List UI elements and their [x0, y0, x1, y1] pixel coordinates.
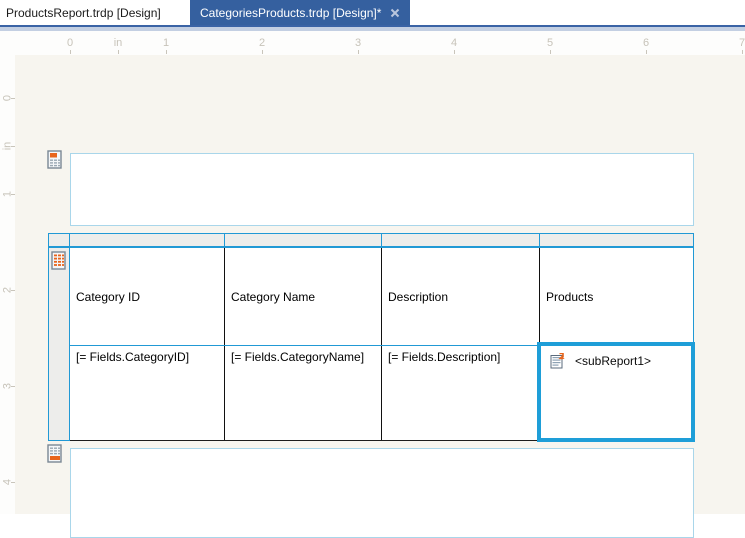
- table-data-cell[interactable]: [= Fields.Description]: [382, 346, 540, 440]
- table-data-cell[interactable]: [= Fields.CategoryID]: [70, 346, 225, 440]
- subreport-item-selected[interactable]: <subReport1>: [537, 342, 695, 442]
- column-selector[interactable]: [70, 234, 225, 246]
- ruler-tick: [454, 50, 455, 54]
- ruler-label: 4: [450, 37, 458, 49]
- ruler-tick: [262, 50, 263, 54]
- ruler-tick: [742, 50, 743, 54]
- column-selector[interactable]: [225, 234, 382, 246]
- column-selector[interactable]: [540, 234, 693, 246]
- table-row-selector-strip[interactable]: [48, 247, 70, 441]
- ruler-tick: [11, 98, 15, 99]
- tab-products-report[interactable]: ProductsReport.trdp [Design]: [0, 0, 190, 25]
- ruler-label: 6: [642, 37, 650, 49]
- ruler-tick: [11, 194, 15, 195]
- table-header-row: Category ID Category Name Description Pr…: [70, 247, 694, 345]
- ruler-tick: [11, 482, 15, 483]
- document-tab-bar: ProductsReport.trdp [Design] CategoriesP…: [0, 0, 745, 25]
- ruler-label: 0: [66, 37, 74, 49]
- ruler-tick: [11, 386, 15, 387]
- table-header-cell[interactable]: Category Name: [225, 248, 382, 345]
- ruler-tick: [11, 290, 15, 291]
- ruler-label: 3: [354, 37, 362, 49]
- table-data-cell[interactable]: [= Fields.CategoryName]: [225, 346, 382, 440]
- page-footer-icon[interactable]: [47, 444, 63, 463]
- ruler-label: 2: [258, 37, 266, 49]
- design-surface[interactable]: Category ID Category Name Description Pr…: [0, 55, 745, 538]
- horizontal-ruler: 0 in 1 2 3 4 5 6 7: [0, 31, 745, 55]
- ruler-unit-label: in: [113, 37, 123, 49]
- subreport-label: <subReport1>: [575, 354, 652, 368]
- table-header-cell[interactable]: Description: [382, 248, 540, 345]
- ruler-tick: [166, 50, 167, 54]
- subreport-icon: [550, 352, 566, 374]
- column-selector[interactable]: [382, 234, 540, 246]
- tab-categories-products[interactable]: CategoriesProducts.trdp [Design]*: [190, 0, 410, 25]
- table-column-selector-strip[interactable]: [48, 233, 694, 247]
- page-footer-section[interactable]: [70, 448, 694, 538]
- vertical-ruler: 0 in 1 2 3 4: [0, 31, 15, 514]
- ruler-tick: [118, 50, 119, 54]
- close-icon[interactable]: [389, 7, 401, 19]
- ruler-tick: [11, 146, 15, 147]
- page-header-section[interactable]: [70, 153, 694, 226]
- table-corner-selector[interactable]: [49, 234, 70, 246]
- ruler-label: 7: [738, 37, 745, 49]
- table-header-cell[interactable]: Products: [540, 248, 693, 345]
- tab-label: ProductsReport.trdp [Design]: [6, 5, 161, 20]
- ruler-tick: [70, 50, 71, 54]
- ruler-tick: [646, 50, 647, 54]
- ruler-tick: [358, 50, 359, 54]
- table-header-cell[interactable]: Category ID: [70, 248, 225, 345]
- ruler-tick: [550, 50, 551, 54]
- detail-section-icon[interactable]: [51, 251, 67, 270]
- tab-label: CategoriesProducts.trdp [Design]*: [200, 5, 382, 20]
- ruler-label: 1: [162, 37, 170, 49]
- page-header-icon[interactable]: [47, 150, 63, 169]
- ruler-label: 5: [546, 37, 554, 49]
